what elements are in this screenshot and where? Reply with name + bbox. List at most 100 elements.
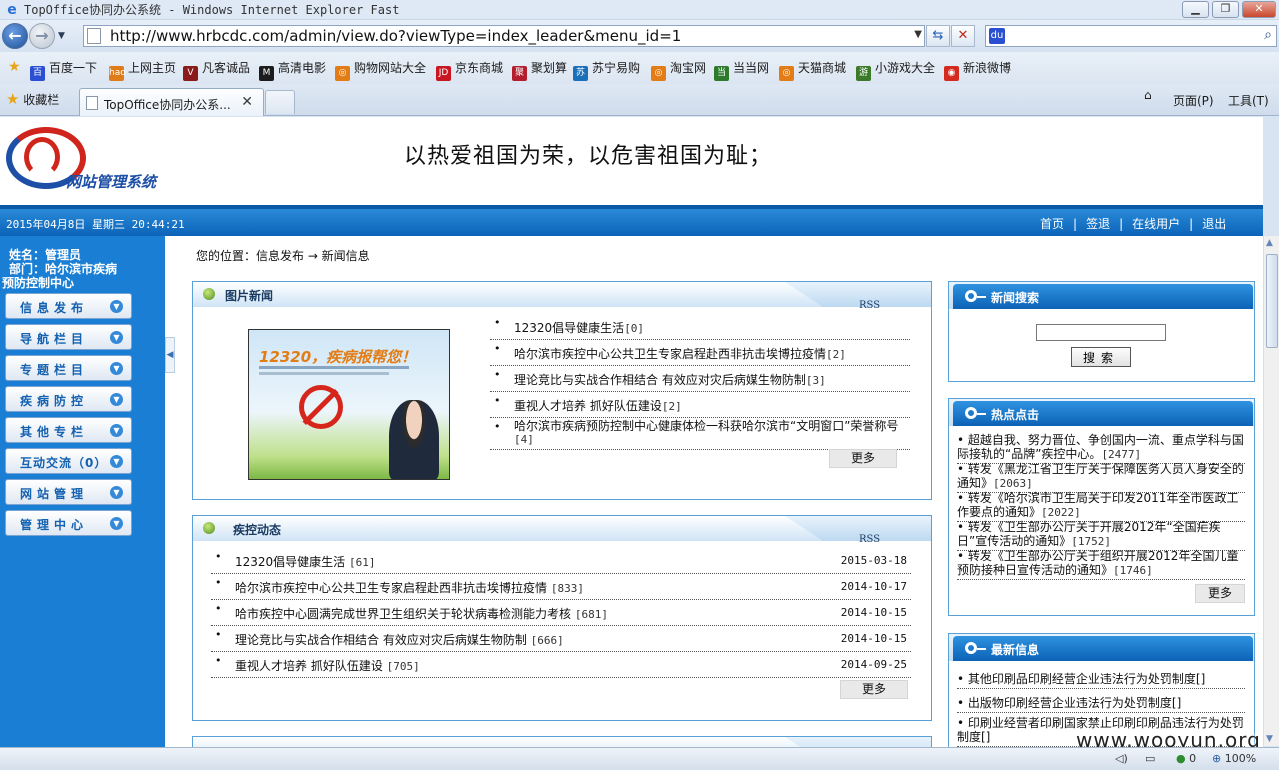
page-menu[interactable]: 页面(P)	[1173, 92, 1214, 109]
latest-item[interactable]: • 其他印刷品印刷经营企业违法行为处罚制度[]	[957, 672, 1245, 689]
favorite-site-icon: ◉	[944, 66, 959, 81]
new-tab-button[interactable]	[265, 90, 295, 114]
back-button[interactable]: ←	[2, 23, 28, 49]
url-field[interactable]: http://www.hrbcdc.com/admin/view.do?view…	[83, 25, 925, 47]
menu-item[interactable]: 互动交流（0） ▼	[5, 448, 132, 474]
list-item[interactable]: • 哈尔滨市疾病预防控制中心健康体检一科获哈尔滨市“文明窗口”荣誉称号[4]	[490, 418, 910, 450]
item-count: [4]	[514, 433, 534, 446]
top-link-logout[interactable]: 退出	[1202, 217, 1226, 231]
news-search-button[interactable]: 搜索	[1071, 347, 1131, 367]
menu-item[interactable]: 管理中心 ▼	[5, 510, 132, 536]
favorite-link[interactable]: JD 京东商城	[436, 60, 503, 81]
news-search-panel: 新闻搜索 搜索	[948, 281, 1255, 382]
top-link-online-users[interactable]: 在线用户	[1132, 217, 1180, 231]
url-dropdown-icon[interactable]: ▼	[914, 29, 922, 40]
tools-menu[interactable]: 工具(T)	[1228, 92, 1269, 109]
url-text[interactable]: http://www.hrbcdc.com/admin/view.do?view…	[110, 27, 681, 46]
table-row[interactable]: • 哈市疾控中心圆满完成世界卫生组织关于轮状病毒检测能力考核 [681] 2014-…	[211, 600, 911, 626]
collapse-menu-handle[interactable]: ◀	[165, 337, 175, 373]
browser-search-input[interactable]: du ⌕	[985, 25, 1277, 47]
key-icon	[965, 290, 986, 302]
bullet: •	[215, 576, 222, 589]
favorite-link[interactable]: M 高清电影	[259, 60, 326, 81]
item-count: [0]	[624, 322, 645, 335]
scroll-thumb[interactable]	[1266, 254, 1278, 348]
hot-item[interactable]: • 转发《黑龙江省卫生厅关于保障医务人员人身安全的通知》[2063]	[957, 462, 1245, 493]
menu-item[interactable]: 专题栏目 ▼	[5, 355, 132, 381]
favorite-link[interactable]: 百百度一下	[30, 60, 97, 81]
hot-item[interactable]: • 转发《卫生部办公厅关于组织开展2012年全国儿童预防接种日宣传活动的通知》[…	[957, 549, 1245, 580]
forward-button[interactable]: →	[29, 23, 55, 49]
favorite-link[interactable]: ◎ 淘宝网	[651, 60, 706, 81]
menu-item[interactable]: 网站管理 ▼	[5, 479, 132, 505]
hot-item[interactable]: • 超越自我、努力晋位、争创国内一流、重点学科与国际接轨的“品牌”疾控中心。[2…	[957, 433, 1245, 464]
list-item[interactable]: • 重视人才培养 抓好队伍建设[2]	[490, 392, 910, 418]
vertical-scrollbar[interactable]: ▲ ▼	[1263, 236, 1279, 746]
favorite-label: 淘宝网	[670, 61, 707, 75]
refresh-button[interactable]: ⇆	[926, 25, 950, 47]
table-row[interactable]: • 理论竞比与实战合作相结合 有效应对灾后病媒生物防制 [666] 2014-10-…	[211, 626, 911, 652]
hot-item[interactable]: • 转发《卫生部办公厅关于开展2012年“全国疟疾日”宣传活动的通知》[1752…	[957, 520, 1245, 551]
favorite-link[interactable]: V 凡客诚品	[183, 60, 250, 81]
favorite-link[interactable]: 游小游戏大全	[856, 60, 935, 81]
picture-news-more-button[interactable]: 更多	[829, 449, 897, 468]
user-info: 姓名：管理员 部门：哈尔滨市疾病 预防控制中心	[2, 248, 159, 290]
favorites-button[interactable]: ★ 收藏栏	[6, 90, 59, 108]
favorite-link[interactable]: 当当当网	[714, 60, 769, 81]
favorite-link[interactable]: ◎ 天猫商城	[779, 60, 846, 81]
control-news-more-button[interactable]: 更多	[840, 680, 908, 699]
menu-item[interactable]: 信息发布 ▼	[5, 293, 132, 319]
news-search-input[interactable]	[1036, 324, 1166, 341]
favorite-link[interactable]: ◎ 购物网站大全	[335, 60, 426, 81]
recent-pages-dropdown-icon[interactable]: ▼	[58, 31, 65, 41]
scroll-up-icon[interactable]: ▲	[1266, 238, 1273, 248]
list-item[interactable]: • 12320倡导健康生活[0]	[490, 314, 910, 340]
hot-item[interactable]: • 转发《哈尔滨市卫生局关于印发2011年全市医政工作要点的通知》[2022]	[957, 491, 1245, 522]
bullet: •	[215, 550, 222, 563]
favorite-link[interactable]: 苏苏宁易购	[573, 60, 640, 81]
close-window-button[interactable]: ✕	[1242, 1, 1276, 18]
hot-more-button[interactable]: 更多	[1195, 584, 1245, 603]
favorite-site-icon: 百	[30, 66, 45, 81]
hot-item-count: [1752]	[1071, 535, 1111, 548]
disease-control-news-panel: 疾控动态 RSS • 12320倡导健康生活 [61] 2015-03-18 • 哈尔滨…	[192, 515, 932, 721]
item-title: 哈市疾控中心圆满完成世界卫生组织关于轮状病毒检测能力考核	[235, 607, 572, 621]
menu-item[interactable]: 疾病防控 ▼	[5, 386, 132, 412]
top-link-signout[interactable]: 签退	[1086, 217, 1110, 231]
menu-item[interactable]: 其他专栏 ▼	[5, 417, 132, 443]
favorite-site-icon: JD	[436, 66, 451, 81]
top-link-home[interactable]: 首页	[1040, 217, 1064, 231]
favorite-label: 高清电影	[278, 61, 327, 75]
maximize-button[interactable]: ❐	[1212, 1, 1239, 18]
table-row[interactable]: • 哈尔滨市疾控中心公共卫生专家启程赴西非抗击埃博拉疫情 [833] 2014-10…	[211, 574, 911, 600]
home-icon[interactable]: ⌂	[1144, 88, 1152, 102]
latest-item[interactable]: • 出版物印刷经营企业违法行为处罚制度[]	[957, 696, 1245, 713]
baidu-search-icon: du	[989, 28, 1005, 44]
menu-item[interactable]: 导航栏目 ▼	[5, 324, 132, 350]
news-image[interactable]: 12320，疾病报帮您！	[248, 329, 450, 480]
security-count[interactable]: ● 0	[1176, 752, 1196, 765]
key-icon	[965, 642, 986, 654]
table-row[interactable]: • 12320倡导健康生活 [61] 2015-03-18	[211, 548, 911, 574]
zoom-level[interactable]: ⊕ 100%	[1212, 752, 1256, 765]
table-row[interactable]: • 重视人才培养 抓好队伍建设 [705] 2014-09-25	[211, 652, 911, 678]
list-item[interactable]: • 理论竞比与实战合作相结合 有效应对灾后病媒生物防制[3]	[490, 366, 910, 392]
add-favorite-icon[interactable]: ★	[8, 59, 21, 75]
tab-topoffice[interactable]: TopOffice协同办公系... ✕	[79, 88, 264, 116]
stop-button[interactable]: ✕	[951, 25, 975, 47]
rss-link[interactable]: RSS	[859, 300, 880, 311]
minimize-button[interactable]: ▁	[1182, 1, 1209, 18]
panel-bullet-icon	[203, 288, 215, 300]
scroll-down-icon[interactable]: ▼	[1266, 734, 1273, 744]
close-tab-icon[interactable]: ✕	[241, 94, 253, 110]
favorite-link[interactable]: 聚聚划算	[512, 60, 567, 81]
hot-clicks-title: 热点点击	[991, 408, 1040, 422]
favorite-link[interactable]: ◉ 新浪微博	[944, 60, 1011, 81]
favorite-link[interactable]: hao 上网主页	[109, 60, 176, 81]
list-item[interactable]: • 哈尔滨市疾控中心公共卫生专家启程赴西非抗击埃博拉疫情[2]	[490, 340, 910, 366]
rss-link[interactable]: RSS	[859, 534, 880, 545]
search-icon[interactable]: ⌕	[1264, 27, 1272, 43]
item-count: [705]	[386, 660, 420, 673]
menu-item-label: 管理中心	[20, 518, 89, 532]
menu-item-label: 专题栏目	[20, 363, 89, 377]
